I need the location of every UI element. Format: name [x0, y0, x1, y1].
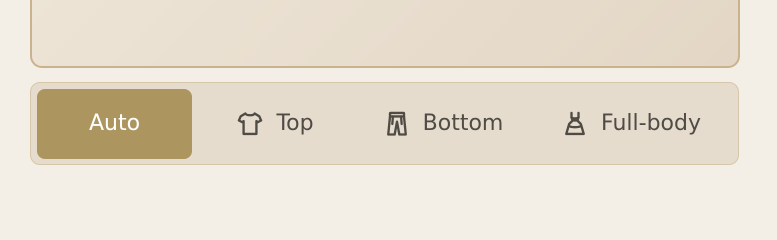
pants-icon [383, 110, 411, 138]
segment-auto-button[interactable]: Auto [37, 88, 192, 159]
segment-auto-label: Auto [88, 111, 141, 136]
segment-full-body-button[interactable]: Full-body [536, 89, 726, 159]
tshirt-icon [236, 110, 264, 138]
garment-type-selector: Auto Top Bottom Full-body [30, 82, 739, 165]
segment-full-body-label: Full-body [601, 111, 701, 136]
segment-top-label: Top [276, 111, 314, 136]
segment-top-button[interactable]: Top [200, 89, 350, 159]
segment-bottom-label: Bottom [422, 111, 504, 136]
segment-bottom-button[interactable]: Bottom [358, 89, 528, 159]
garment-type-page: Auto Top Bottom Full-body [0, 0, 777, 203]
dress-icon [561, 110, 589, 138]
preview-panel [30, 0, 740, 68]
